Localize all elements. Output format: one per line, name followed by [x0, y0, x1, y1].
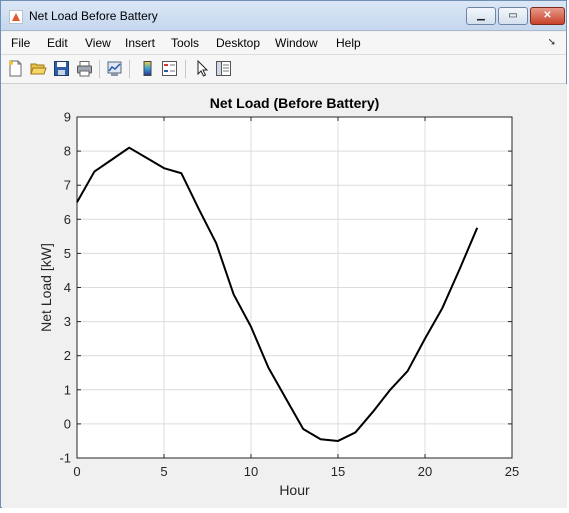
y-tick-label: 1: [64, 382, 71, 397]
y-tick-label: 6: [64, 212, 71, 227]
x-tick-label: 15: [331, 464, 345, 479]
x-tick-label: 20: [418, 464, 432, 479]
x-tick-label: 5: [160, 464, 167, 479]
y-tick-label: 5: [64, 246, 71, 261]
toolbar-separator: [185, 60, 186, 78]
property-inspector-icon[interactable]: [215, 60, 232, 77]
x-axis-label: Hour: [279, 482, 310, 498]
menu-insert[interactable]: Insert: [125, 36, 155, 50]
x-tick-label: 25: [505, 464, 519, 479]
y-tick-label: 7: [64, 178, 71, 193]
legend-icon[interactable]: [161, 60, 178, 77]
y-tick-label: 2: [64, 348, 71, 363]
menu-bar: File Edit View Insert Tools Desktop Wind…: [1, 32, 566, 55]
menu-view[interactable]: View: [85, 36, 111, 50]
open-file-icon[interactable]: [30, 60, 47, 77]
maximize-button[interactable]: ▭: [498, 7, 528, 25]
y-tick-label: 8: [64, 144, 71, 159]
menu-edit[interactable]: Edit: [47, 36, 68, 50]
menu-file[interactable]: File: [11, 36, 30, 50]
select-pointer-icon[interactable]: [194, 59, 211, 77]
matlab-icon: [9, 10, 23, 24]
menu-tools[interactable]: Tools: [171, 36, 199, 50]
new-figure-icon[interactable]: [7, 60, 24, 77]
chart-title: Net Load (Before Battery): [210, 95, 380, 111]
window-title: Net Load Before Battery: [29, 9, 158, 23]
y-axis-label: Net Load [kW]: [38, 243, 54, 332]
toolbar-separator: [129, 60, 130, 78]
figure-canvas: 0 5 10 15 20 25 -1 0 1 2 3 4 5 6 7 8 9 Net Load (Before…: [2, 84, 567, 508]
figure-window: Net Load Before Battery ▁ ▭ ✕ File Edit …: [0, 0, 567, 508]
toolbar: [1, 55, 566, 84]
menu-window[interactable]: Window: [275, 36, 318, 50]
save-icon[interactable]: [53, 60, 70, 77]
y-tick-label: -1: [59, 451, 71, 466]
title-bar[interactable]: Net Load Before Battery ▁ ▭ ✕: [1, 1, 566, 31]
colorbar-icon[interactable]: [139, 60, 156, 77]
x-tick-label: 0: [73, 464, 80, 479]
toolbar-separator: [99, 60, 100, 78]
chart[interactable]: 0 5 10 15 20 25 -10123456789 Net Load (Before…: [2, 84, 567, 508]
minimize-button[interactable]: ▁: [466, 7, 496, 25]
menu-help[interactable]: Help: [336, 36, 361, 50]
dock-arrow-icon[interactable]: ➘: [548, 37, 556, 48]
y-tick-label: 3: [64, 314, 71, 329]
link-plot-icon[interactable]: [106, 60, 123, 77]
y-tick-label: 9: [64, 110, 71, 125]
x-tick-label: 10: [244, 464, 258, 479]
print-icon[interactable]: [76, 60, 93, 77]
menu-desktop[interactable]: Desktop: [216, 36, 260, 50]
y-tick-label: 4: [64, 280, 71, 295]
y-tick-label: 0: [64, 416, 71, 431]
close-button[interactable]: ✕: [530, 7, 565, 25]
